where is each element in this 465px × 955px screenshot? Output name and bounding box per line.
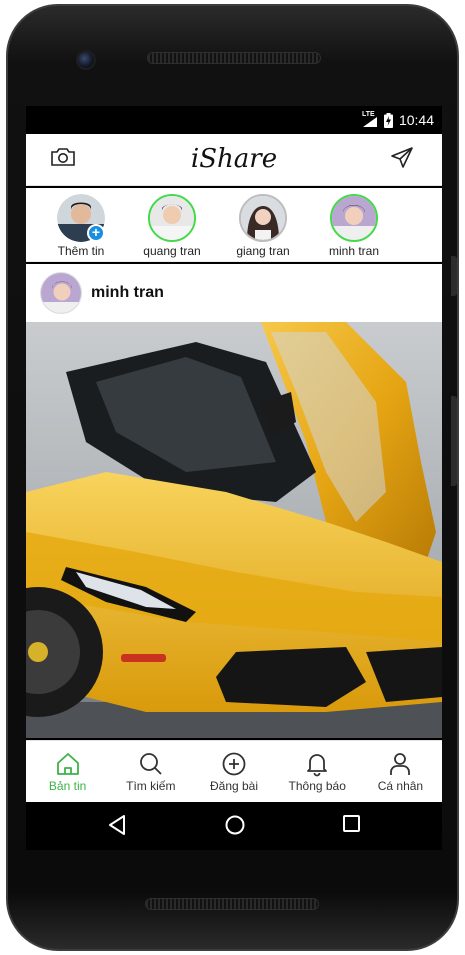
home-button-icon[interactable] bbox=[224, 814, 246, 841]
nav-profile[interactable]: Cá nhân bbox=[359, 741, 442, 802]
nav-label: Đăng bài bbox=[209, 779, 259, 793]
volume-button bbox=[451, 256, 457, 296]
avatar bbox=[330, 194, 378, 242]
story-giang-tran[interactable]: giang tran bbox=[228, 194, 298, 258]
earpiece-speaker bbox=[147, 52, 321, 64]
post-avatar[interactable] bbox=[40, 272, 82, 314]
avatar: + bbox=[57, 194, 105, 242]
recents-icon[interactable] bbox=[342, 814, 362, 839]
app-bar: iShare bbox=[26, 134, 442, 186]
add-circle-icon bbox=[222, 752, 246, 776]
bottom-navigation: Bản tin Tìm kiếm Đăng bài Thông báo Cá n… bbox=[26, 740, 442, 802]
story-label: Thêm tin bbox=[57, 244, 105, 258]
story-minh-tran[interactable]: minh tran bbox=[319, 194, 389, 258]
avatar bbox=[148, 194, 196, 242]
nav-label: Tìm kiếm bbox=[126, 779, 176, 793]
story-label: giang tran bbox=[236, 244, 290, 258]
lte-icon: LTE bbox=[362, 111, 378, 127]
app-title: iShare bbox=[190, 144, 278, 174]
home-icon bbox=[56, 753, 79, 775]
search-icon bbox=[139, 753, 162, 775]
front-camera bbox=[76, 50, 96, 70]
status-bar: LTE 10:44 bbox=[26, 106, 442, 134]
add-story-badge[interactable]: + bbox=[87, 224, 105, 242]
post-header: minh tran bbox=[26, 264, 442, 322]
bottom-speaker bbox=[145, 898, 319, 910]
send-icon[interactable] bbox=[390, 146, 414, 175]
story-add[interactable]: + Thêm tin bbox=[46, 194, 116, 258]
system-navigation-bar bbox=[26, 802, 442, 850]
story-label: minh tran bbox=[328, 244, 380, 258]
nav-label: Thông báo bbox=[288, 779, 346, 793]
nav-search[interactable]: Tìm kiếm bbox=[109, 741, 192, 802]
post-image[interactable] bbox=[26, 322, 442, 738]
story-quang-tran[interactable]: quang tran bbox=[137, 194, 207, 258]
person-icon bbox=[390, 753, 411, 775]
story-label: quang tran bbox=[143, 244, 201, 258]
screen: LTE 10:44 iShare + Thêm tin quang tran g… bbox=[26, 106, 442, 850]
back-icon[interactable] bbox=[108, 814, 126, 841]
stories-row: + Thêm tin quang tran giang tran minh tr… bbox=[26, 188, 442, 262]
nav-notifications[interactable]: Thông báo bbox=[276, 741, 359, 802]
nav-label: Bản tin bbox=[48, 779, 87, 793]
bell-icon bbox=[307, 754, 328, 777]
post-username[interactable]: minh tran bbox=[91, 284, 164, 302]
nav-post[interactable]: Đăng bài bbox=[192, 741, 275, 802]
clock: 10:44 bbox=[398, 112, 434, 128]
power-button bbox=[451, 396, 457, 486]
avatar bbox=[239, 194, 287, 242]
nav-home[interactable]: Bản tin bbox=[26, 741, 109, 802]
nav-label: Cá nhân bbox=[377, 779, 424, 793]
battery-charging-icon bbox=[383, 112, 393, 128]
